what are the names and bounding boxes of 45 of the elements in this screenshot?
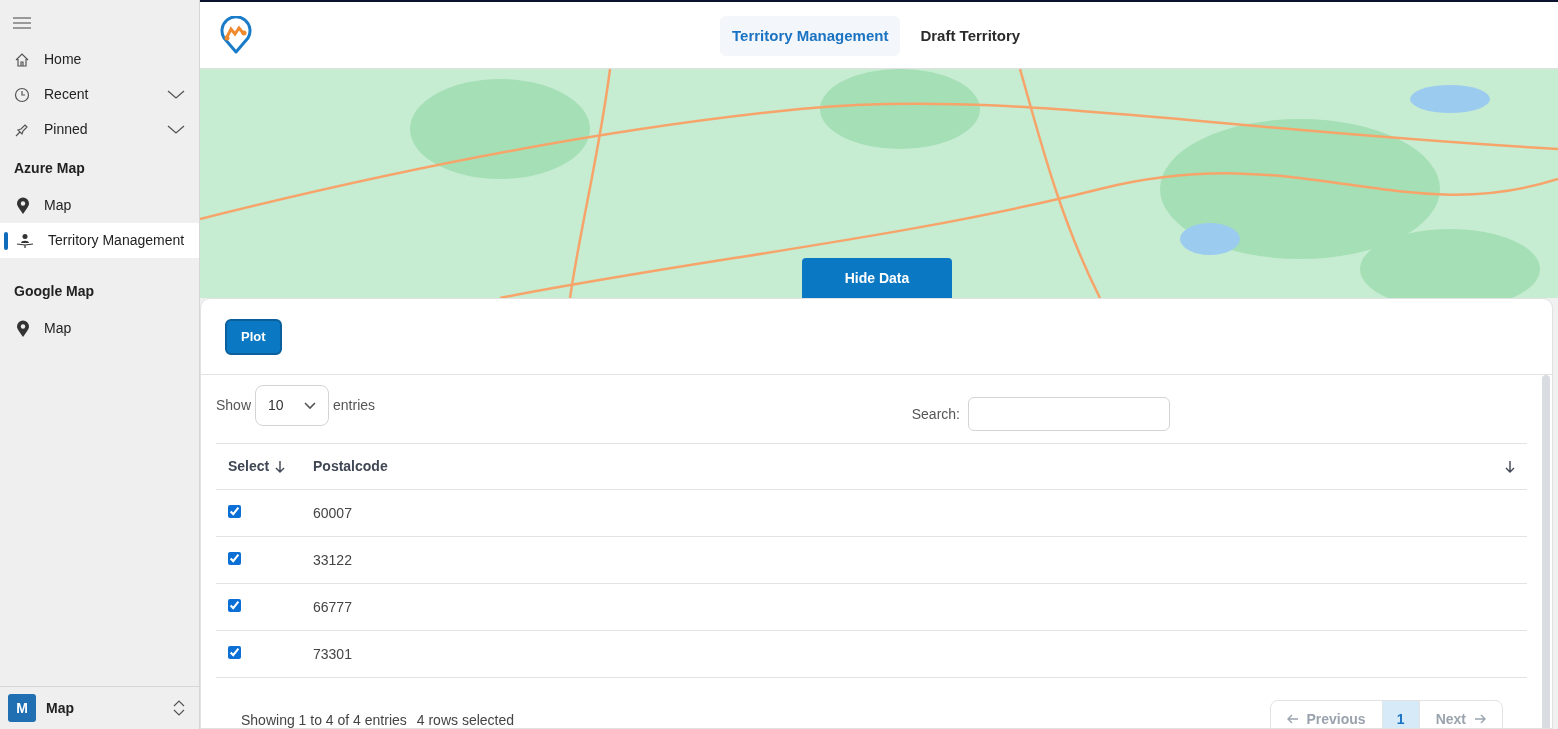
column-header[interactable]: Postalcode — [313, 456, 388, 477]
row-checkbox[interactable] — [228, 598, 241, 612]
map-pin-icon — [16, 196, 30, 215]
section-title: Azure Map — [13, 159, 86, 178]
nav-item[interactable]: Home — [0, 42, 199, 77]
show-label: Show — [216, 396, 252, 415]
nav-item[interactable]: Map — [0, 188, 199, 223]
plot-button[interactable]: Plot — [225, 318, 282, 355]
nav-item[interactable]: Map — [0, 311, 199, 346]
arrow-right-icon — [1474, 714, 1486, 724]
section-title: Google Map — [13, 282, 96, 301]
row-checkbox[interactable] — [228, 551, 241, 565]
chevron-down-icon — [304, 401, 317, 410]
tab[interactable]: Draft Territory — [908, 16, 1033, 56]
app-name: Map — [46, 698, 75, 718]
app-switcher[interactable]: M Map — [0, 686, 199, 729]
sort-arrow-icon — [1505, 460, 1515, 473]
table-info: Showing 1 to 4 of 4 entries — [241, 710, 407, 728]
row-checkbox[interactable] — [228, 504, 241, 518]
search-field[interactable] — [968, 397, 1170, 431]
entries-label: entries — [333, 396, 376, 415]
column-header[interactable]: Select — [228, 456, 270, 477]
hide-data-button[interactable]: Hide Data — [802, 258, 952, 298]
search-label: Search: — [911, 404, 960, 424]
table-cell-text: 73301 — [313, 644, 352, 664]
row-checkbox[interactable] — [228, 645, 241, 659]
app-badge: M — [8, 694, 36, 722]
arrow-left-icon — [1286, 714, 1299, 724]
tab[interactable]: Territory Management — [720, 16, 901, 56]
page-size-select[interactable]: 10 — [255, 385, 330, 426]
table-cell-text: 60007 — [313, 503, 352, 523]
page-button[interactable]: 1 — [1381, 701, 1420, 728]
nav-item[interactable]: Pinned — [0, 112, 199, 147]
home-icon — [14, 51, 30, 68]
nav-item[interactable]: Recent — [0, 77, 199, 112]
clock-icon — [14, 86, 30, 103]
sort-arrow-icon — [275, 460, 286, 473]
map-pin-icon — [16, 319, 30, 338]
selection-info: 4 rows selected — [416, 710, 515, 728]
table-cell-text: 66777 — [313, 597, 352, 617]
nav-item[interactable]: Territory Management — [0, 223, 199, 258]
table-cell-text: 33122 — [313, 550, 352, 570]
up-down-chevron-icon — [173, 700, 185, 716]
person-icon — [16, 232, 34, 249]
logo-icon — [219, 16, 253, 54]
